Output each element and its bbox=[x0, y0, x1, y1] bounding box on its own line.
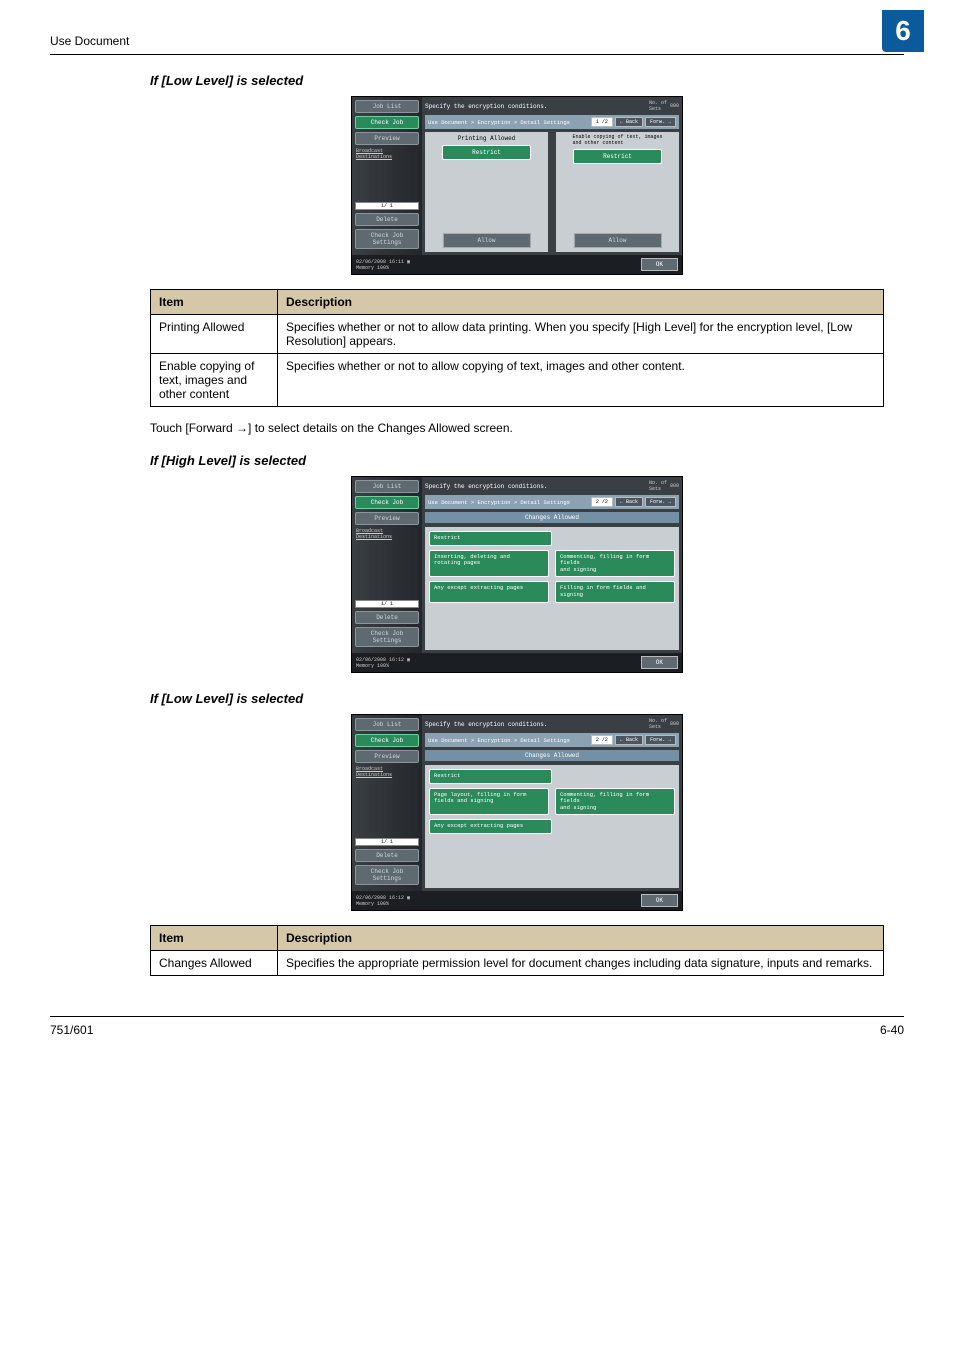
body-text-forward: Touch [Forward →] to select details on t… bbox=[150, 421, 884, 435]
ok-button[interactable]: OK bbox=[641, 894, 678, 907]
th-desc: Description bbox=[278, 926, 884, 951]
delete-button[interactable]: Delete bbox=[355, 611, 419, 624]
preview-button[interactable]: Preview bbox=[355, 750, 419, 763]
option-any-except[interactable]: Any except extracting pages bbox=[429, 581, 549, 602]
table-row: Specifies the appropriate permission lev… bbox=[278, 951, 884, 976]
page-mini: 1/ 1 bbox=[355, 600, 419, 608]
footer-memory: Memory 100% bbox=[356, 663, 389, 669]
preview-button[interactable]: Preview bbox=[355, 512, 419, 525]
ok-button[interactable]: OK bbox=[641, 258, 678, 271]
option-restrict[interactable]: Restrict bbox=[429, 769, 552, 784]
ok-button[interactable]: OK bbox=[641, 656, 678, 669]
footer-model: 751/601 bbox=[50, 1023, 93, 1037]
forward-button[interactable]: Forw. → bbox=[645, 735, 676, 745]
table-row: Enable copying of text, images and other… bbox=[151, 354, 278, 407]
job-list-button[interactable]: Job List bbox=[355, 718, 419, 731]
delete-button[interactable]: Delete bbox=[355, 849, 419, 862]
option-any-except[interactable]: Any except extracting pages bbox=[429, 819, 552, 834]
sets-label: No. of Sets bbox=[649, 718, 667, 730]
delete-button[interactable]: Delete bbox=[355, 213, 419, 226]
check-job-settings-button[interactable]: Check Job Settings bbox=[355, 229, 419, 249]
allow-button-2[interactable]: Allow bbox=[573, 233, 661, 248]
col-head-copying: Enable copying of text, images and other… bbox=[568, 132, 666, 149]
instruction-text: Specify the encryption conditions. bbox=[425, 103, 547, 110]
sets-value: 800 bbox=[670, 483, 679, 489]
sets-value: 800 bbox=[670, 103, 679, 109]
check-job-button[interactable]: Check Job bbox=[355, 116, 419, 129]
check-job-button[interactable]: Check Job bbox=[355, 496, 419, 509]
sets-label: No. of Sets bbox=[649, 480, 667, 492]
ui-screenshot-low-level-2: Job List Check Job Preview Broadcast Des… bbox=[351, 714, 683, 911]
section-title-low2: If [Low Level] is selected bbox=[150, 691, 884, 706]
back-button[interactable]: ← Back bbox=[615, 117, 643, 127]
table-row: Specifies whether or not to allow copyin… bbox=[278, 354, 884, 407]
changes-allowed-bar: Changes Allowed bbox=[425, 512, 679, 523]
option-form-fields[interactable]: Filling in form fields and signing bbox=[555, 581, 675, 602]
chapter-badge: 6 bbox=[882, 10, 924, 52]
th-item: Item bbox=[151, 926, 278, 951]
option-page-layout[interactable]: Page layout, filling in form fields and … bbox=[429, 788, 549, 816]
sets-label: No. of Sets bbox=[649, 100, 667, 112]
check-job-settings-button[interactable]: Check Job Settings bbox=[355, 627, 419, 647]
option-commenting[interactable]: Commenting, filling in form fields and s… bbox=[555, 788, 675, 816]
broadcast-label: Broadcast Destinations bbox=[355, 148, 419, 161]
back-button[interactable]: ← Back bbox=[615, 735, 643, 745]
footer-memory: Memory 100% bbox=[356, 901, 389, 907]
page-mini: 1/ 1 bbox=[355, 202, 419, 210]
col-head-printing: Printing Allowed bbox=[456, 132, 518, 145]
job-list-button[interactable]: Job List bbox=[355, 480, 419, 493]
crumb-path: Use Document > Encryption > Detail Setti… bbox=[428, 119, 570, 126]
table-row: Changes Allowed bbox=[151, 951, 278, 976]
th-item: Item bbox=[151, 290, 278, 315]
section-title-high: If [High Level] is selected bbox=[150, 453, 884, 468]
crumb-path: Use Document > Encryption > Detail Setti… bbox=[428, 737, 570, 744]
instruction-text: Specify the encryption conditions. bbox=[425, 721, 547, 728]
allow-button-1[interactable]: Allow bbox=[442, 233, 530, 248]
option-commenting[interactable]: Commenting, filling in form fields and s… bbox=[555, 550, 675, 578]
page-mini: 1/ 1 bbox=[355, 838, 419, 846]
th-desc: Description bbox=[278, 290, 884, 315]
ui-screenshot-low-level-1: Job List Check Job Preview Broadcast Des… bbox=[351, 96, 683, 275]
job-list-button[interactable]: Job List bbox=[355, 100, 419, 113]
option-insert-delete[interactable]: Inserting, deleting and rotating pages bbox=[429, 550, 549, 578]
preview-button[interactable]: Preview bbox=[355, 132, 419, 145]
page-indicator: 2 /2 bbox=[591, 497, 613, 507]
check-job-settings-button[interactable]: Check Job Settings bbox=[355, 865, 419, 885]
back-button[interactable]: ← Back bbox=[615, 497, 643, 507]
instruction-text: Specify the encryption conditions. bbox=[425, 483, 547, 490]
forward-button[interactable]: Forw. → bbox=[645, 117, 676, 127]
crumb-path: Use Document > Encryption > Detail Setti… bbox=[428, 499, 570, 506]
forward-button[interactable]: Forw. → bbox=[645, 497, 676, 507]
changes-allowed-bar: Changes Allowed bbox=[425, 750, 679, 761]
restrict-button-2[interactable]: Restrict bbox=[573, 149, 661, 164]
section-title-low1: If [Low Level] is selected bbox=[150, 73, 884, 88]
table-row: Specifies whether or not to allow data p… bbox=[278, 315, 884, 354]
page-indicator: 2 /2 bbox=[591, 735, 613, 745]
broadcast-label: Broadcast Destinations bbox=[355, 766, 419, 779]
description-table-2: Item Description Changes Allowed Specifi… bbox=[150, 925, 884, 976]
description-table-1: Item Description Printing Allowed Specif… bbox=[150, 289, 884, 407]
restrict-button-1[interactable]: Restrict bbox=[442, 145, 530, 160]
footer-page: 6-40 bbox=[880, 1023, 904, 1037]
table-row: Printing Allowed bbox=[151, 315, 278, 354]
footer-memory: Memory 100% bbox=[356, 265, 389, 271]
check-job-button[interactable]: Check Job bbox=[355, 734, 419, 747]
sets-value: 800 bbox=[670, 721, 679, 727]
option-restrict[interactable]: Restrict bbox=[429, 531, 552, 546]
ui-screenshot-high-level: Job List Check Job Preview Broadcast Des… bbox=[351, 476, 683, 673]
broadcast-label: Broadcast Destinations bbox=[355, 528, 419, 541]
header-breadcrumb: Use Document bbox=[50, 34, 129, 48]
page-indicator: 1 /2 bbox=[591, 117, 613, 127]
